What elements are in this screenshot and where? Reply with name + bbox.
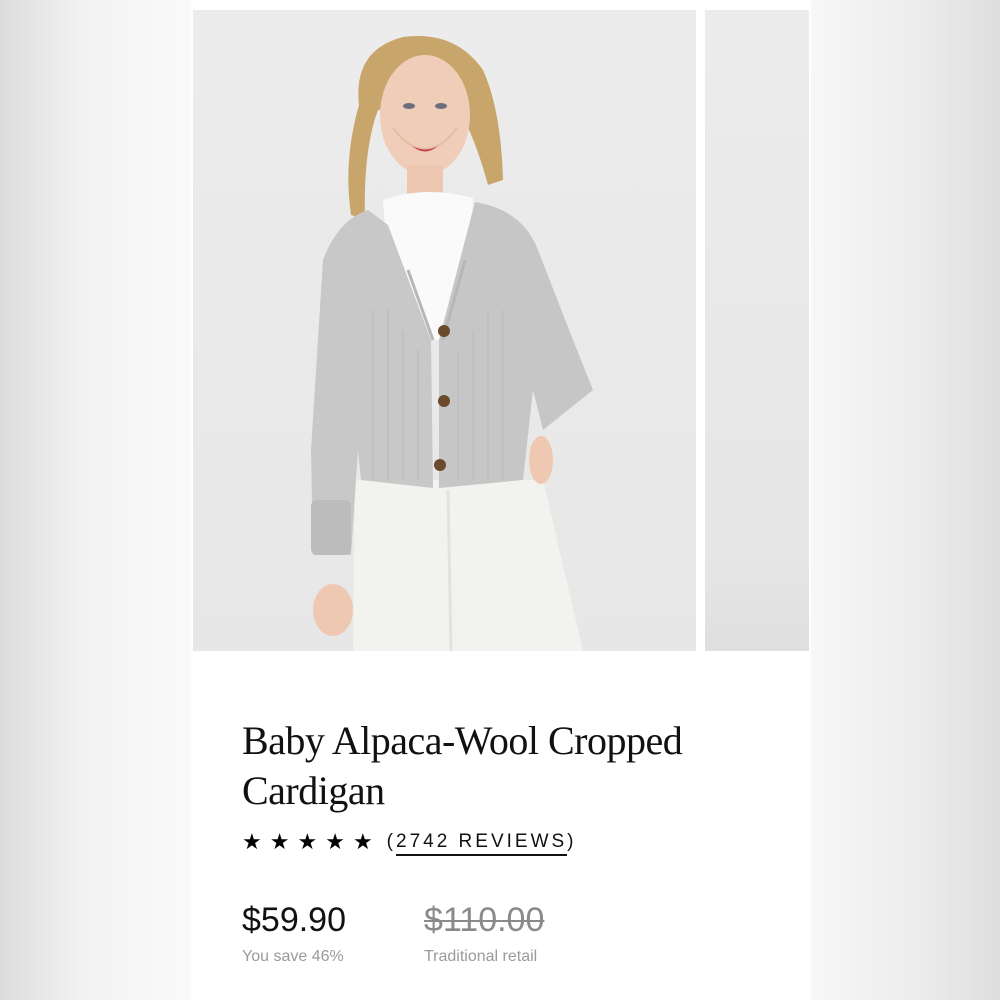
reviews-open-paren: ( bbox=[386, 831, 396, 852]
current-price: $59.90 bbox=[242, 901, 346, 939]
star-icon: ★ bbox=[269, 829, 290, 854]
reviews-link[interactable]: (2742 REVIEWS) bbox=[386, 831, 577, 856]
reviews-count-link[interactable]: 2742 REVIEWS bbox=[396, 831, 568, 856]
star-icon: ★ bbox=[297, 829, 318, 854]
retail-label: Traditional retail bbox=[424, 948, 538, 965]
product-title: Baby Alpaca-Wool Cropped Cardigan bbox=[242, 718, 683, 813]
star-icon: ★ bbox=[242, 829, 262, 854]
savings-text: You save 46% bbox=[242, 948, 344, 965]
star-icon: ★ bbox=[325, 829, 345, 854]
current-price-block: $59.90 You save 46% bbox=[242, 900, 346, 966]
product-card: Baby Alpaca-Wool Cropped Cardigan ★ ★ ★ … bbox=[193, 0, 809, 1000]
product-image-next[interactable] bbox=[705, 10, 809, 651]
rating-row: ★ ★ ★ ★ ★ (2742 REVIEWS) bbox=[242, 826, 577, 858]
product-image-gallery[interactable] bbox=[193, 10, 809, 651]
retail-price-block: $110.00 Traditional retail bbox=[424, 900, 544, 966]
product-image-main[interactable] bbox=[193, 10, 696, 651]
star-rating: ★ ★ ★ ★ ★ bbox=[242, 831, 373, 853]
model-illustration bbox=[311, 35, 593, 651]
star-icon: ★ bbox=[352, 829, 373, 854]
retail-price: $110.00 bbox=[424, 901, 545, 939]
reviews-close-paren: ) bbox=[567, 831, 577, 852]
